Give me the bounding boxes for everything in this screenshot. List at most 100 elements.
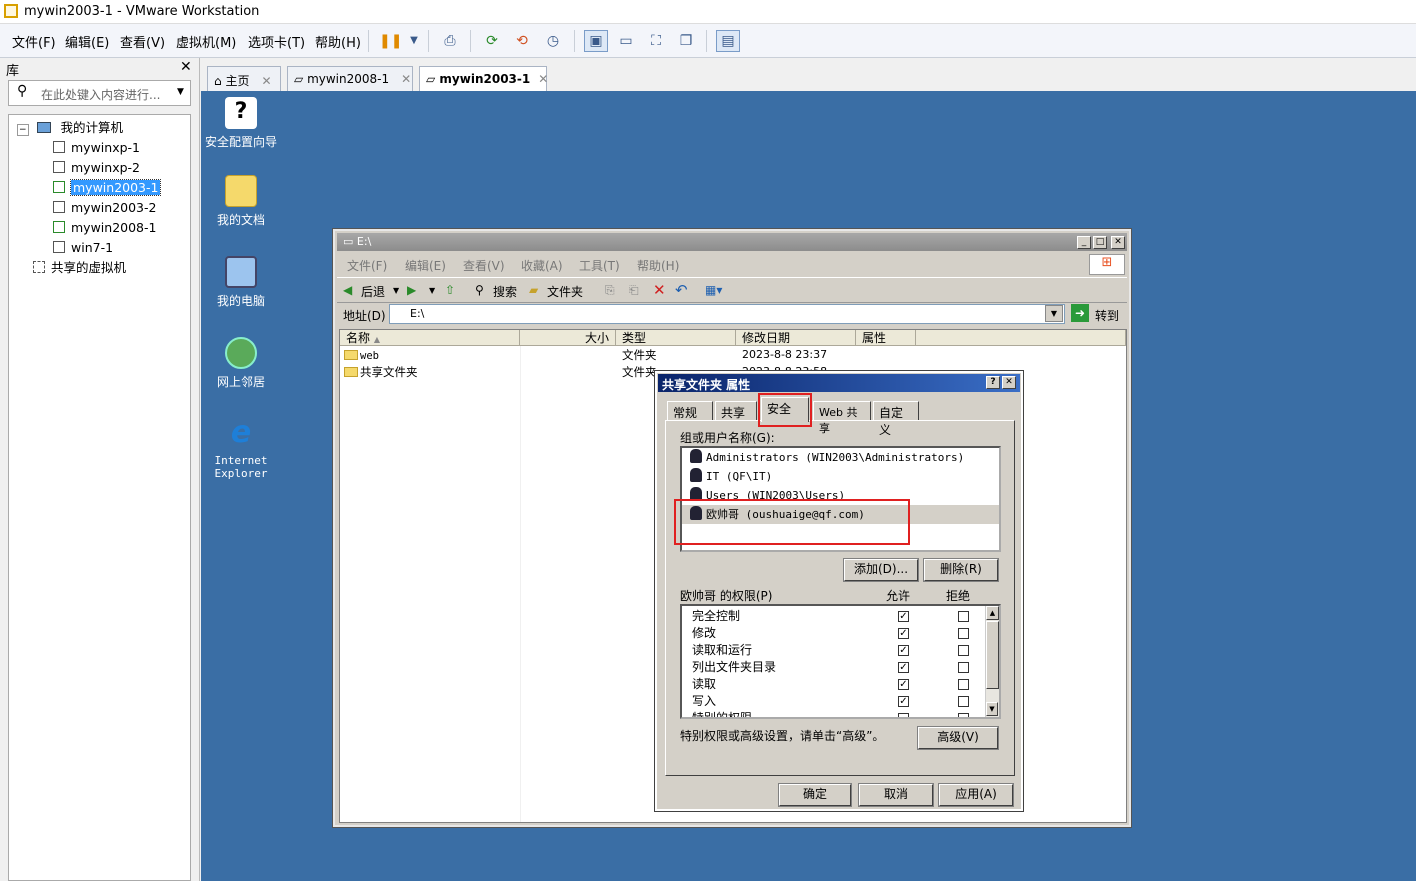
explorer-menu-edit[interactable]: 编辑(E) [405, 257, 446, 274]
back-button[interactable]: 后退 [361, 283, 385, 300]
scrollbar[interactable]: ▲ ▼ [985, 606, 999, 717]
library-view-icon[interactable]: ▣ [584, 30, 608, 52]
remove-button[interactable]: 删除(R) [923, 558, 999, 582]
go-arrow-icon[interactable]: ➜ [1071, 304, 1089, 322]
menu-view[interactable]: 查看(V) [120, 32, 165, 51]
close-icon[interactable]: ✕ [401, 72, 411, 86]
folders-button[interactable]: 文件夹 [547, 283, 583, 300]
pause-icon[interactable]: ❚❚ [378, 30, 402, 52]
deny-checkbox[interactable] [958, 713, 969, 717]
scroll-down-icon[interactable]: ▼ [986, 702, 998, 716]
explorer-menu-help[interactable]: 帮助(H) [637, 257, 679, 274]
close-button[interactable]: ✕ [1002, 376, 1016, 389]
allow-checkbox[interactable]: ✓ [898, 696, 909, 707]
explorer-menu-view[interactable]: 查看(V) [463, 257, 505, 274]
copy-to-icon[interactable]: ⎗ [629, 283, 639, 298]
tree-vm-mywin2003-2[interactable]: mywin2003-2 [53, 199, 156, 217]
deny-checkbox[interactable] [958, 662, 969, 673]
views-icon[interactable]: ▦▾ [705, 283, 722, 297]
deny-checkbox[interactable] [958, 696, 969, 707]
delete-icon[interactable]: ✕ [653, 281, 666, 299]
close-icon[interactable]: ✕ [180, 59, 192, 75]
forward-arrow-icon[interactable]: ▶ [407, 283, 416, 297]
tree-vm-mywin2008-1[interactable]: mywin2008-1 [53, 219, 156, 237]
ok-button[interactable]: 确定 [778, 783, 852, 807]
go-button[interactable]: 转到 [1095, 307, 1119, 324]
chevron-down-icon[interactable]: ▼ [429, 286, 435, 295]
desktop-icon-ie[interactable]: e Internet Explorer [201, 418, 281, 481]
console-view-icon[interactable]: ▭ [614, 30, 638, 52]
deny-checkbox[interactable] [958, 628, 969, 639]
fullscreen-icon[interactable]: ⛶ [644, 30, 668, 52]
snapshot-take-icon[interactable]: ⟳ [480, 30, 504, 52]
tree-shared-vms[interactable]: 共享的虚拟机 [33, 259, 126, 277]
list-item[interactable]: IT (QF\IT) [682, 467, 999, 486]
move-to-icon[interactable]: ⎘ [605, 283, 615, 298]
tree-vm-win7-1[interactable]: win7-1 [53, 239, 113, 257]
library-search-input[interactable]: ⚲ 在此处键入内容进行... ▼ [8, 80, 191, 106]
add-button[interactable]: 添加(D)... [843, 558, 919, 582]
collapse-icon[interactable]: − [17, 124, 29, 136]
explorer-menu-tools[interactable]: 工具(T) [579, 257, 620, 274]
chevron-down-icon[interactable]: ▼ [393, 286, 399, 295]
close-button[interactable]: ✕ [1111, 236, 1125, 249]
tree-vm-mywinxp-2[interactable]: mywinxp-2 [53, 159, 140, 177]
apply-button[interactable]: 应用(A) [938, 783, 1014, 807]
scroll-thumb[interactable] [986, 621, 999, 689]
unity-icon[interactable]: ❐ [674, 30, 698, 52]
allow-checkbox[interactable]: ✓ [898, 662, 909, 673]
column-attributes[interactable]: 属性 [856, 330, 916, 346]
cancel-button[interactable]: 取消 [858, 783, 934, 807]
tab-sharing[interactable]: 共享 [715, 401, 757, 421]
tab-mywin2003-1[interactable]: ▱ mywin2003-1 ✕ [419, 66, 548, 92]
menu-vm[interactable]: 虚拟机(M) [176, 32, 236, 51]
snapshot-manager-icon[interactable]: ◷ [541, 30, 565, 52]
tab-general[interactable]: 常规 [667, 401, 713, 421]
send-ctrl-alt-del-icon[interactable]: ⎙ [438, 30, 462, 52]
desktop-icon-my-documents[interactable]: 我的文档 [201, 175, 281, 228]
close-icon[interactable]: ✕ [261, 74, 271, 88]
tree-vm-mywin2003-1[interactable]: mywin2003-1 [53, 179, 162, 197]
menu-file[interactable]: 文件(F) [12, 32, 56, 51]
desktop-icon-security-wizard[interactable]: ? 安全配置向导 [201, 97, 281, 150]
menu-tabs[interactable]: 选项卡(T) [248, 32, 305, 51]
allow-checkbox[interactable]: ✓ [898, 628, 909, 639]
tab-customize[interactable]: 自定义 [873, 401, 919, 437]
chevron-down-icon[interactable]: ▼ [1045, 305, 1063, 322]
explorer-menu-file[interactable]: 文件(F) [347, 257, 387, 274]
allow-checkbox[interactable]: ✓ [898, 645, 909, 656]
column-type[interactable]: 类型 [616, 330, 736, 346]
maximize-button[interactable]: □ [1093, 236, 1107, 249]
tab-mywin2008-1[interactable]: ▱ mywin2008-1 ✕ [287, 66, 413, 91]
close-icon[interactable]: ✕ [538, 72, 548, 86]
allow-checkbox[interactable] [898, 713, 909, 717]
deny-checkbox[interactable] [958, 645, 969, 656]
column-size[interactable]: 大小 [520, 330, 616, 346]
deny-checkbox[interactable] [958, 679, 969, 690]
address-input[interactable]: E:\ ▼ [389, 304, 1065, 324]
deny-checkbox[interactable] [958, 611, 969, 622]
minimize-button[interactable]: _ [1077, 236, 1091, 249]
tree-root-my-computer[interactable]: − 我的计算机 [17, 119, 123, 137]
allow-checkbox[interactable]: ✓ [898, 679, 909, 690]
chevron-down-icon[interactable]: ▼ [177, 87, 184, 97]
tab-home[interactable]: ⌂ 主页 ✕ [207, 66, 281, 91]
snapshot-revert-icon[interactable]: ⟲ [510, 30, 534, 52]
list-item[interactable]: Administrators (WIN2003\Administrators) [682, 448, 999, 467]
search-button[interactable]: 搜索 [493, 283, 517, 300]
back-arrow-icon[interactable]: ◀ [343, 283, 352, 297]
advanced-button[interactable]: 高级(V) [917, 726, 999, 750]
column-name[interactable]: 名称 ▲ [340, 330, 520, 346]
desktop-icon-network[interactable]: 网上邻居 [201, 337, 281, 390]
up-folder-icon[interactable]: ⇧ [445, 283, 455, 297]
chevron-down-icon[interactable]: ▼ [402, 30, 426, 52]
menu-help[interactable]: 帮助(H) [315, 32, 361, 51]
scroll-up-icon[interactable]: ▲ [986, 606, 999, 620]
tab-web-sharing[interactable]: Web 共享 [813, 401, 871, 435]
desktop-icon-my-computer[interactable]: 我的电脑 [201, 256, 281, 309]
column-modified[interactable]: 修改日期 [736, 330, 856, 346]
menu-edit[interactable]: 编辑(E) [65, 32, 109, 51]
explorer-menu-favorites[interactable]: 收藏(A) [521, 257, 563, 274]
help-button[interactable]: ? [986, 376, 1000, 389]
thumbnail-bar-icon[interactable]: ▤ [716, 30, 740, 52]
